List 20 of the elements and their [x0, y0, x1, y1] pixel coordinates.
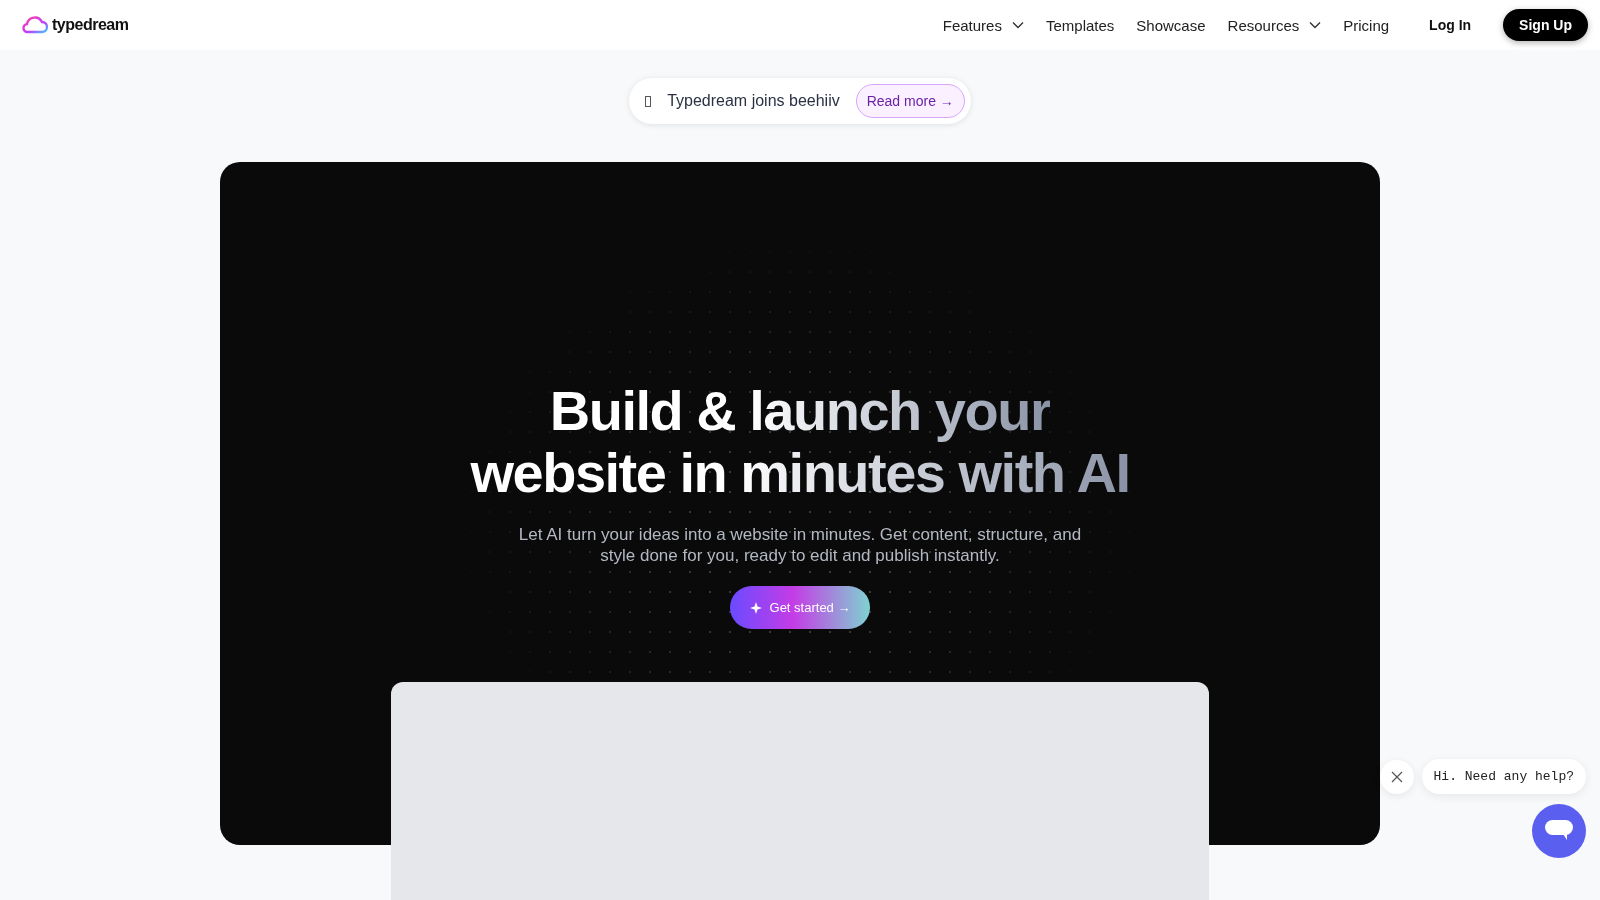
logo-wordmark[interactable]: typedream [52, 16, 129, 34]
chevron-down-icon [1011, 21, 1024, 29]
nav-link[interactable]: Pricing [1343, 16, 1390, 34]
read-more-link[interactable]: Read more → [855, 84, 965, 118]
missing-glyph-icon [645, 95, 652, 107]
cloud-logo-icon [22, 16, 48, 34]
hero-subtitle: Let AI turn your ideas into a website in minutes. Get content, structure, and style done for you, ready to edit and publish instantly. [517, 524, 1083, 566]
chat-message: Hi. Need any help? [1421, 759, 1586, 794]
announcement-text: Typedream joins beehiiv [667, 92, 840, 110]
nav-link[interactable]: Features [942, 16, 1024, 34]
sparkle-icon [749, 601, 762, 614]
signup-button[interactable]: Sign Up [1503, 9, 1588, 41]
chevron-down-icon [1309, 21, 1322, 29]
close-icon [1390, 770, 1403, 783]
close-button[interactable] [1379, 759, 1414, 794]
nav-link[interactable]: Resources [1227, 16, 1322, 34]
nav-link[interactable]: Templates [1045, 16, 1115, 34]
chat-bubble-icon [1545, 820, 1573, 842]
chat-button[interactable] [1532, 804, 1586, 858]
nav-link[interactable]: Showcase [1136, 16, 1206, 34]
